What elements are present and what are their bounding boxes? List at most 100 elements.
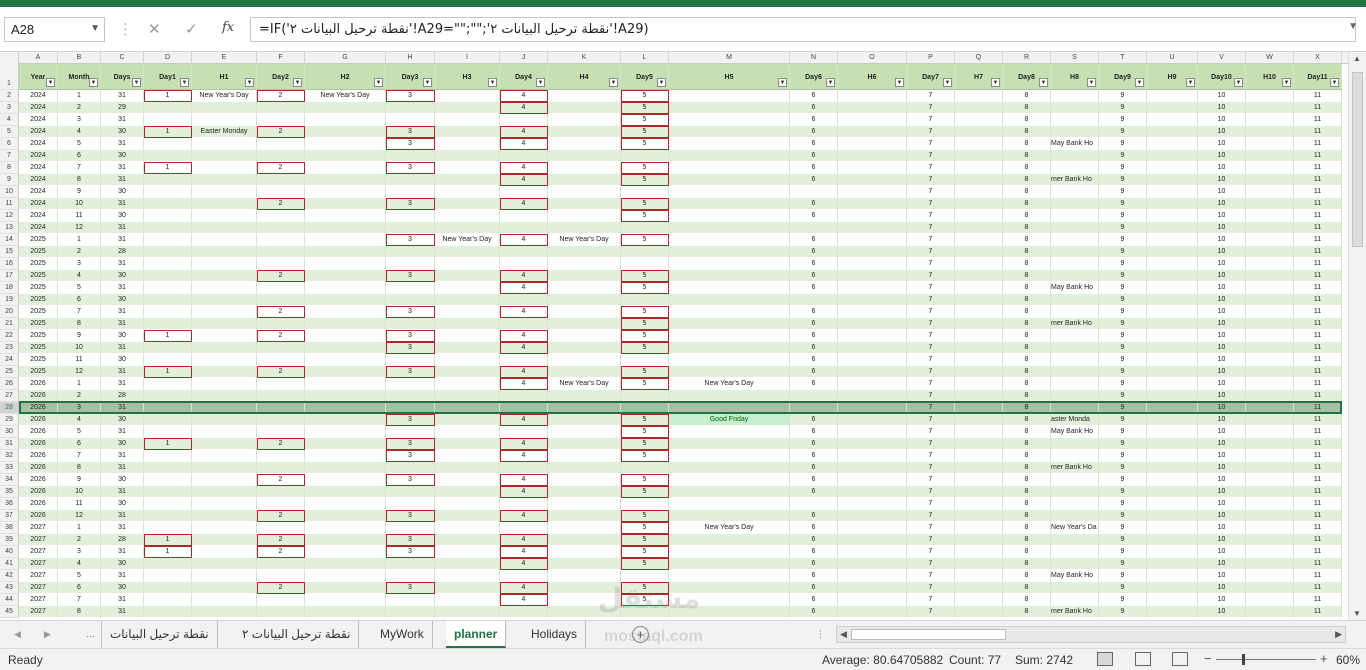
grid-cell[interactable]: 3 — [386, 198, 435, 210]
grid-cell[interactable]: 8 — [1003, 354, 1051, 366]
grid-cell[interactable] — [305, 534, 386, 546]
grid-cell[interactable] — [1051, 534, 1099, 546]
grid-cell[interactable]: 2025 — [19, 294, 58, 306]
grid-cell[interactable]: 7 — [907, 522, 955, 534]
grid-cell[interactable] — [305, 402, 386, 414]
grid-cell[interactable] — [548, 462, 621, 474]
grid-cell[interactable] — [1246, 186, 1294, 198]
grid-cell[interactable] — [1246, 606, 1294, 618]
grid-cell[interactable]: 2026 — [19, 390, 58, 402]
grid-cell[interactable] — [669, 486, 790, 498]
grid-cell[interactable]: 7 — [907, 378, 955, 390]
grid-cell[interactable]: 9 — [1099, 390, 1147, 402]
grid-cell[interactable]: 9 — [1099, 486, 1147, 498]
row-header[interactable]: 12 — [0, 210, 19, 222]
grid-cell[interactable] — [144, 462, 192, 474]
grid-cell[interactable] — [305, 546, 386, 558]
grid-cell[interactable]: 4 — [500, 486, 548, 498]
grid-cell[interactable] — [386, 594, 435, 606]
grid-cell[interactable]: 9 — [1099, 342, 1147, 354]
grid-cell[interactable] — [838, 174, 907, 186]
grid-cell[interactable] — [1147, 114, 1198, 126]
grid-cell[interactable] — [548, 486, 621, 498]
grid-cell[interactable] — [435, 390, 500, 402]
grid-cell[interactable] — [548, 522, 621, 534]
grid-cell[interactable]: 9 — [58, 474, 101, 486]
grid-cell[interactable] — [192, 366, 257, 378]
grid-cell[interactable]: 31 — [101, 378, 144, 390]
row-header[interactable]: 16 — [0, 258, 19, 270]
grid-cell[interactable]: 2 — [257, 162, 305, 174]
grid-cell[interactable] — [305, 354, 386, 366]
grid-cell[interactable] — [305, 150, 386, 162]
grid-cell[interactable] — [838, 126, 907, 138]
grid-cell[interactable] — [386, 150, 435, 162]
grid-cell[interactable]: 6 — [790, 342, 838, 354]
grid-cell[interactable] — [669, 294, 790, 306]
grid-cell[interactable] — [144, 342, 192, 354]
grid-cell[interactable]: 11 — [1294, 150, 1342, 162]
grid-cell[interactable]: 8 — [58, 174, 101, 186]
grid-cell[interactable] — [669, 330, 790, 342]
grid-cell[interactable] — [621, 246, 669, 258]
grid-cell[interactable] — [1147, 282, 1198, 294]
grid-cell[interactable]: 10 — [1198, 606, 1246, 618]
grid-cell[interactable] — [1246, 174, 1294, 186]
grid-cell[interactable] — [192, 222, 257, 234]
grid-cell[interactable] — [435, 438, 500, 450]
grid-cell[interactable] — [1147, 174, 1198, 186]
grid-cell[interactable]: 9 — [1099, 102, 1147, 114]
grid-cell[interactable] — [257, 414, 305, 426]
grid-cell[interactable] — [386, 390, 435, 402]
grid-cell[interactable]: 6 — [790, 558, 838, 570]
row-header[interactable]: 34 — [0, 474, 19, 486]
row-header[interactable]: 27 — [0, 390, 19, 402]
grid-cell[interactable] — [192, 354, 257, 366]
grid-cell[interactable] — [305, 270, 386, 282]
grid-cell[interactable] — [669, 234, 790, 246]
grid-cell[interactable] — [1246, 534, 1294, 546]
grid-cell[interactable] — [257, 378, 305, 390]
grid-cell[interactable] — [548, 246, 621, 258]
grid-cell[interactable]: 10 — [1198, 90, 1246, 102]
grid-cell[interactable] — [669, 318, 790, 330]
grid-cell[interactable]: 8 — [1003, 594, 1051, 606]
grid-cell[interactable] — [386, 606, 435, 618]
grid-cell[interactable] — [838, 282, 907, 294]
grid-cell[interactable]: 29 — [101, 102, 144, 114]
grid-cell[interactable] — [192, 234, 257, 246]
grid-cell[interactable]: 7 — [907, 582, 955, 594]
grid-cell[interactable] — [257, 354, 305, 366]
column-header-i[interactable]: I — [435, 52, 500, 64]
grid-cell[interactable] — [500, 606, 548, 618]
grid-cell[interactable] — [305, 594, 386, 606]
grid-cell[interactable] — [1147, 294, 1198, 306]
grid-cell[interactable]: 8 — [1003, 102, 1051, 114]
column-header-u[interactable]: U — [1147, 52, 1198, 64]
grid-cell[interactable]: 30 — [101, 498, 144, 510]
grid-cell[interactable] — [548, 90, 621, 102]
grid-cell[interactable] — [1246, 354, 1294, 366]
grid-cell[interactable]: 2024 — [19, 114, 58, 126]
grid-cell[interactable] — [435, 198, 500, 210]
grid-cell[interactable]: 2026 — [19, 510, 58, 522]
grid-cell[interactable]: 8 — [1003, 462, 1051, 474]
grid-cell[interactable] — [838, 162, 907, 174]
grid-cell[interactable]: 3 — [386, 450, 435, 462]
grid-cell[interactable] — [144, 234, 192, 246]
grid-cell[interactable] — [955, 174, 1003, 186]
grid-cell[interactable]: 6 — [790, 486, 838, 498]
grid-cell[interactable]: 3 — [386, 306, 435, 318]
column-header-d[interactable]: D — [144, 52, 192, 64]
grid-cell[interactable] — [669, 510, 790, 522]
grid-cell[interactable]: 5 — [621, 426, 669, 438]
grid-cell[interactable] — [838, 570, 907, 582]
grid-cell[interactable]: 8 — [58, 606, 101, 618]
row-header[interactable]: 35 — [0, 486, 19, 498]
grid-cell[interactable]: 9 — [1099, 606, 1147, 618]
grid-cell[interactable] — [838, 366, 907, 378]
grid-cell[interactable] — [1246, 474, 1294, 486]
grid-cell[interactable]: 8 — [1003, 522, 1051, 534]
grid-cell[interactable] — [435, 246, 500, 258]
grid-cell[interactable]: 11 — [1294, 462, 1342, 474]
